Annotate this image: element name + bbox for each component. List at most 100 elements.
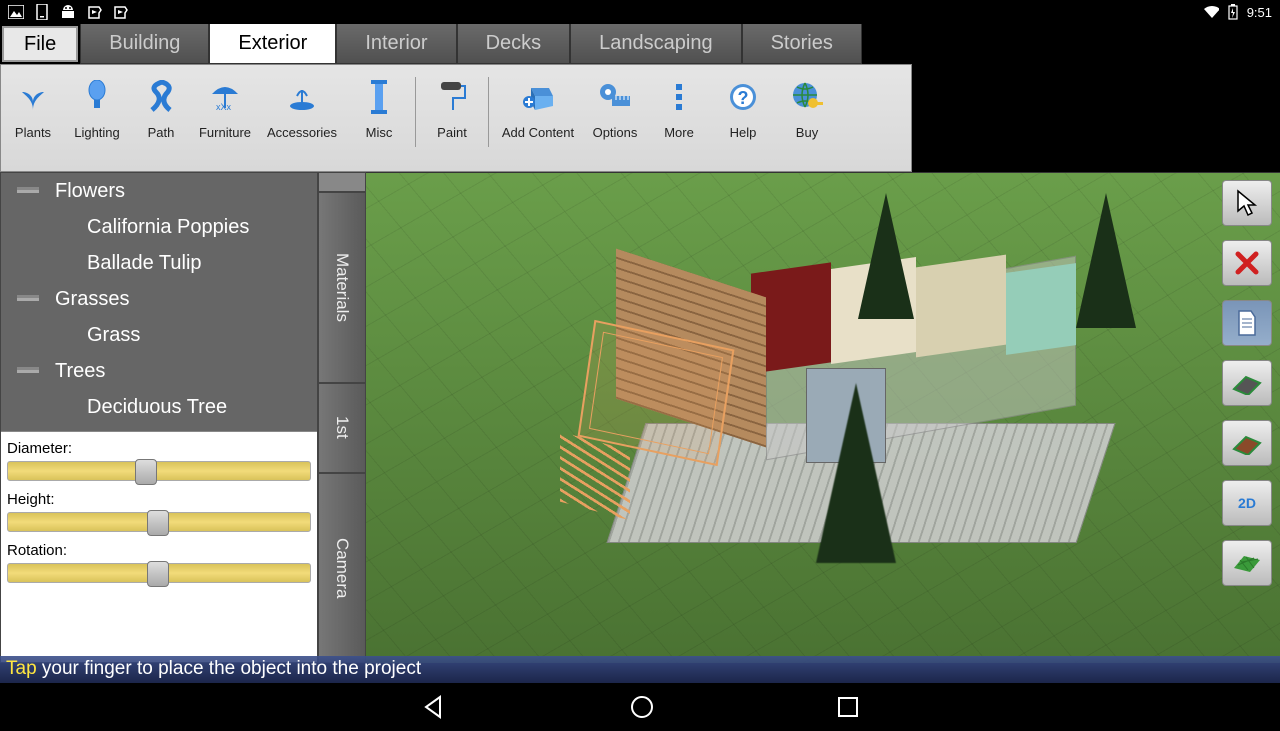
collapse-icon [17,298,39,301]
ruler-icon [583,75,647,119]
tool-furniture-label: Furniture [193,125,257,140]
tool-add-content-label: Add Content [493,125,583,140]
dock-delete[interactable] [1222,240,1272,286]
tool-accessories[interactable]: Accessories [257,65,347,140]
tool-furniture[interactable]: xXx Furniture [193,65,257,140]
tool-more[interactable]: More [647,65,711,140]
tool-lighting[interactable]: Lighting [65,65,129,140]
menu-stories[interactable]: Stories [742,24,862,64]
play-store-badge-icon [112,4,128,20]
android-status-bar: 9:51 [0,0,1280,24]
tree-ballade-tulip[interactable]: Ballade Tulip [1,245,317,281]
side-tab-collapse[interactable] [318,172,366,192]
box-plus-icon [493,75,583,119]
dock-pointer[interactable] [1222,180,1272,226]
rotation-label: Rotation: [7,542,311,559]
tool-paint-label: Paint [420,125,484,140]
hint-text: your finger to place the object into the… [37,658,421,679]
height-slider[interactable] [7,512,311,532]
collapse-icon [17,370,39,373]
play-store-icon [86,4,102,20]
side-tabs: Materials 1st Camera [318,172,366,663]
3d-viewport[interactable] [366,172,1280,663]
tool-help[interactable]: ? Help [711,65,775,140]
tree-flowers-label: Flowers [55,180,125,203]
tree-deciduous-tree[interactable]: Deciduous Tree [1,389,317,425]
dock-document[interactable] [1222,300,1272,346]
tool-misc-label: Misc [347,125,411,140]
side-tab-materials-label: Materials [332,253,352,322]
terrain-grid-icon [1232,552,1262,574]
help-icon: ? [711,75,775,119]
nav-back[interactable] [420,693,448,721]
menu-bar: File Building Exterior Interior Decks La… [0,24,1280,64]
menu-building[interactable]: Building [80,24,209,64]
menu-exterior[interactable]: Exterior [209,24,336,64]
nav-home[interactable] [628,693,656,721]
side-tab-1st-label: 1st [332,416,352,439]
menu-interior[interactable]: Interior [336,24,456,64]
tool-paint[interactable]: Paint [420,65,484,140]
dock-wall[interactable] [1222,360,1272,406]
dock-2d[interactable]: 2D [1222,480,1272,526]
picture-icon [8,4,24,20]
tool-buy[interactable]: Buy [775,65,839,140]
slider-thumb[interactable] [147,561,169,587]
cursor-icon [1235,189,1259,217]
delete-x-icon [1234,250,1260,276]
menu-decks[interactable]: Decks [457,24,571,64]
wifi-icon [1203,4,1219,20]
tree-trees-label: Trees [55,360,105,383]
tool-accessories-label: Accessories [257,125,347,140]
tree-grasses-label: Grasses [55,288,129,311]
side-tab-camera[interactable]: Camera [318,473,366,664]
tool-lighting-label: Lighting [65,125,129,140]
tree-grasses[interactable]: Grasses [1,281,317,317]
more-dots-icon [647,75,711,119]
sidebar: Flowers California Poppies Ballade Tulip… [0,172,318,663]
side-tab-camera-label: Camera [332,538,352,598]
document-icon [1235,309,1259,337]
roof-icon [1232,431,1262,455]
side-tab-1st[interactable]: 1st [318,383,366,473]
toolbar-separator [415,77,416,147]
toolbar-separator [488,77,489,147]
hint-bar: Tap your finger to place the object into… [0,656,1280,684]
wall-icon [1232,371,1262,395]
android-nav-bar [0,683,1280,731]
menu-file[interactable]: File [2,26,78,62]
slider-thumb[interactable] [147,510,169,536]
tool-buy-label: Buy [775,125,839,140]
dock-terrain[interactable] [1222,540,1272,586]
bulb-icon [65,75,129,119]
slider-thumb[interactable] [135,459,157,485]
tool-plants-label: Plants [1,125,65,140]
tool-misc[interactable]: Misc [347,65,411,140]
tree-trees[interactable]: Trees [1,353,317,389]
plant-tree: Flowers California Poppies Ballade Tulip… [1,173,317,431]
tool-plants[interactable]: Plants [1,65,65,140]
nav-recent[interactable] [836,695,860,719]
tool-add-content[interactable]: Add Content [493,65,583,140]
diameter-slider[interactable] [7,461,311,481]
rotation-slider[interactable] [7,563,311,583]
tree-grass[interactable]: Grass [1,317,317,353]
tool-path[interactable]: Path [129,65,193,140]
tree-flowers[interactable]: Flowers [1,173,317,209]
tool-options[interactable]: Options [583,65,647,140]
battery-charging-icon [1225,4,1241,20]
house-model [566,213,1126,543]
clock-text: 9:51 [1247,5,1272,20]
main-area: Flowers California Poppies Ballade Tulip… [0,172,1280,663]
menu-landscaping[interactable]: Landscaping [570,24,741,64]
height-label: Height: [7,491,311,508]
tool-more-label: More [647,125,711,140]
hint-highlight: Tap [6,658,37,679]
sliders-panel: Diameter: Height: Rotation: [1,431,317,662]
diameter-label: Diameter: [7,440,311,457]
tree-california-poppies[interactable]: California Poppies [1,209,317,245]
android-icon [60,4,76,20]
column-icon [347,75,411,119]
side-tab-materials[interactable]: Materials [318,192,366,383]
dock-roof[interactable] [1222,420,1272,466]
